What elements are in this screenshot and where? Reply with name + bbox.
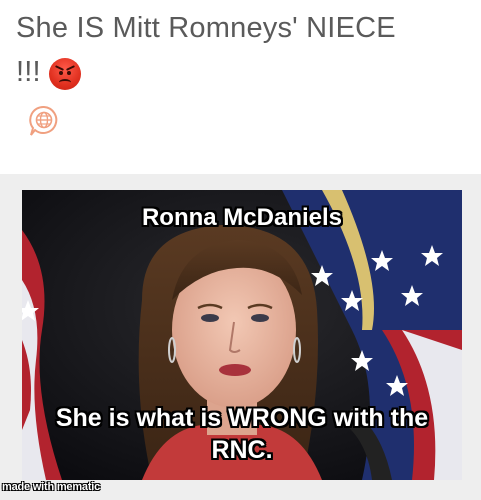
meme-bottom-caption: She is what is WRONG with the RNC. [22,402,462,466]
meme-bottom-line-1: She is what is WRONG with the [55,404,429,432]
post-text: She IS Mitt Romneys' NIECE !!! [16,6,456,94]
post-card: She IS Mitt Romneys' NIECE !!! Ronna McD… [0,0,481,500]
angry-face-icon [48,58,81,90]
translate-globe-icon[interactable] [27,104,61,138]
post-text-exclamation: !!! [16,56,41,88]
meme-top-caption: Ronna McDaniels [141,204,343,231]
mematic-watermark: made with mematic [2,481,101,493]
post-text-line-2: !!! [16,50,456,94]
meme-bottom-line-2: RNC. [211,436,273,464]
post-text-line-1: She IS Mitt Romneys' NIECE [16,12,396,44]
meme-image[interactable]: Ronna McDaniels She is what is WRONG wit… [22,190,462,480]
